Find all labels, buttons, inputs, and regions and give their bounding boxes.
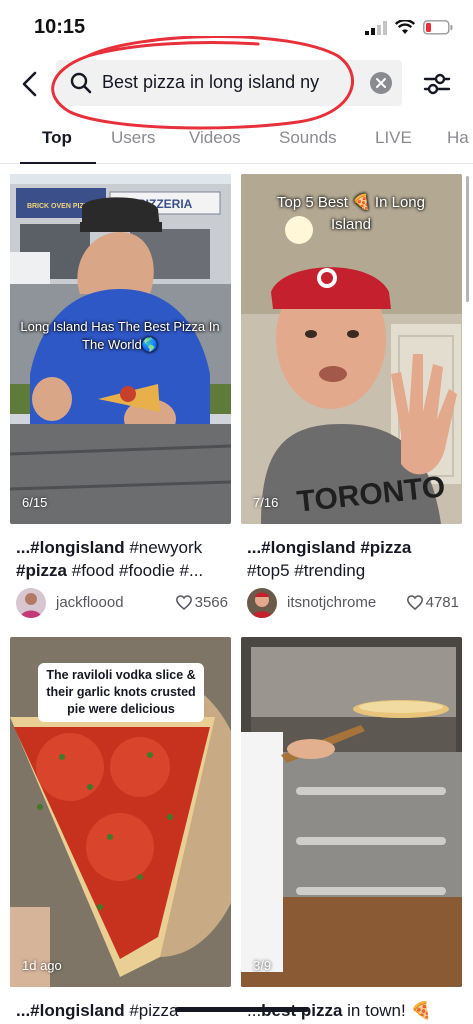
- heart-icon: [175, 595, 192, 610]
- search-icon: [70, 72, 92, 94]
- caption-hashtags[interactable]: #food #foodie #...: [67, 561, 203, 580]
- caption-hashtags[interactable]: #newyork: [125, 538, 202, 557]
- video-meta: jackfloood 3566: [16, 588, 230, 620]
- active-tab-indicator: [20, 162, 96, 164]
- video-overlay-text: Long Island Has The Best Pizza In The Wo…: [20, 319, 220, 352]
- caption-hashtags[interactable]: #pizza: [125, 1001, 178, 1020]
- status-icons: [365, 20, 453, 35]
- caption-hashtags-bold[interactable]: #pizza: [16, 561, 67, 580]
- close-icon: [376, 78, 386, 88]
- caption-hashtags-bold[interactable]: ...#longisland: [16, 1001, 125, 1020]
- avatar-image: [16, 588, 46, 618]
- video-date: 7/16: [253, 495, 279, 510]
- heart-icon: [406, 595, 423, 610]
- like-count-text: 4781: [425, 594, 459, 611]
- like-count-text: 3566: [194, 594, 228, 611]
- search-tabs: Top Users Videos Sounds LIVE Ha: [0, 116, 473, 164]
- caption-text[interactable]: in town! 🍕: [342, 1001, 431, 1020]
- video-date: 6/15: [22, 495, 48, 510]
- video-date: 3/9: [253, 958, 272, 973]
- battery-icon: [423, 20, 453, 35]
- video-thumbnail[interactable]: TORONTO Top 5 Best 🍕 In Long Island 7/16: [241, 174, 462, 524]
- video-caption: ...#longisland #newyork #pizza #food #fo…: [16, 536, 230, 582]
- video-caption: ...#longisland #pizza #top5 #trending: [247, 536, 461, 582]
- video-thumbnail[interactable]: PIZZERIA BRICK OVEN PIZZA Long Island Ha…: [10, 174, 231, 524]
- video-overlay-text: Top 5 Best 🍕 In Long Island: [277, 194, 425, 233]
- tab-top[interactable]: Top: [42, 128, 72, 148]
- tab-users[interactable]: Users: [111, 128, 155, 148]
- search-row: Best pizza in long island ny: [0, 36, 473, 130]
- username[interactable]: jackfloood: [56, 594, 124, 611]
- video-thumbnail[interactable]: The raviloli vodka slice & their garlic …: [10, 637, 231, 987]
- home-indicator: [175, 1007, 309, 1012]
- status-time: 10:15: [34, 16, 86, 38]
- back-arrow-icon[interactable]: [18, 70, 42, 98]
- tab-sounds[interactable]: Sounds: [279, 128, 337, 148]
- video-meta: itsnotjchrome 4781: [247, 588, 461, 620]
- avatar-image: [247, 588, 277, 618]
- filter-icon[interactable]: [423, 70, 451, 98]
- tab-live[interactable]: LIVE: [375, 128, 412, 148]
- video-thumbnail-image: [241, 637, 462, 987]
- tab-videos[interactable]: Videos: [189, 128, 241, 148]
- like-count: 4781: [406, 594, 459, 611]
- clear-search-button[interactable]: [370, 72, 392, 94]
- scrollbar[interactable]: [466, 176, 469, 302]
- avatar[interactable]: [16, 588, 46, 618]
- caption-hashtags-bold[interactable]: ...#longisland: [16, 538, 125, 557]
- signal-icon: [365, 20, 387, 35]
- username[interactable]: itsnotjchrome: [287, 594, 376, 611]
- avatar[interactable]: [247, 588, 277, 618]
- video-date: 1d ago: [22, 958, 62, 973]
- like-count: 3566: [175, 594, 228, 611]
- wifi-icon: [395, 20, 415, 34]
- caption-hashtags[interactable]: #top5 #trending: [247, 561, 365, 580]
- video-thumbnail[interactable]: 3/9: [241, 637, 462, 987]
- tab-hashtags[interactable]: Ha: [447, 128, 469, 148]
- video-overlay-text: The raviloli vodka slice & their garlic …: [38, 663, 204, 722]
- search-input[interactable]: Best pizza in long island ny: [56, 60, 402, 106]
- caption-hashtags-bold[interactable]: ...#longisland #pizza: [247, 538, 411, 557]
- status-bar: 10:15: [0, 0, 473, 56]
- search-query-text: Best pizza in long island ny: [102, 72, 320, 92]
